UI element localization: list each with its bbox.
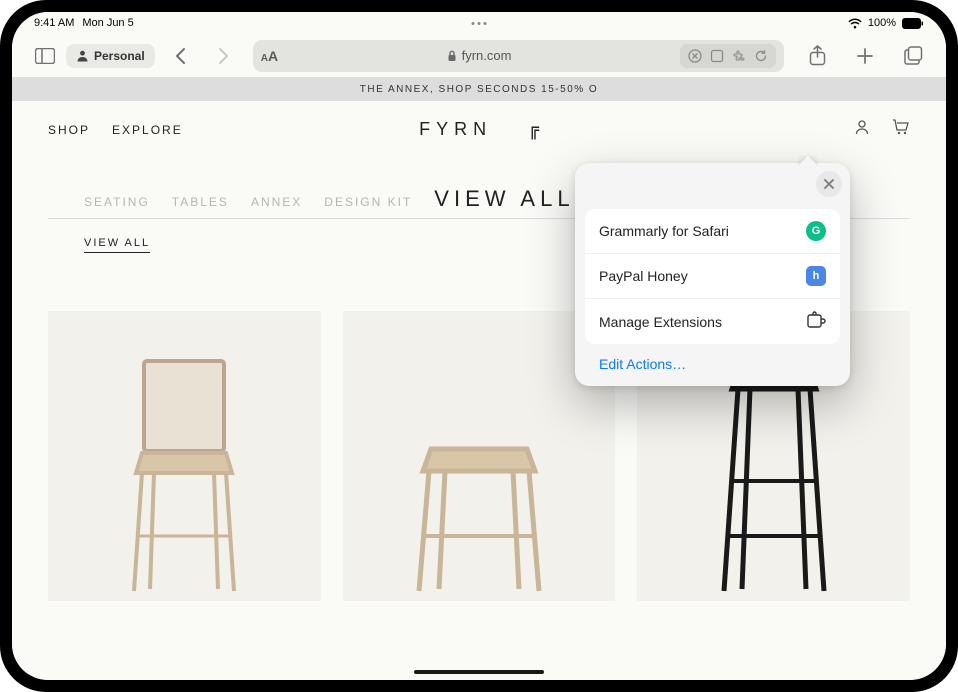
home-indicator[interactable] <box>414 670 544 674</box>
tab-design-kit[interactable]: DESIGN KIT <box>324 195 412 209</box>
safari-toolbar: Personal AA fyrn.com <box>12 34 946 78</box>
tabs-overview-icon[interactable] <box>898 41 928 71</box>
promo-banner[interactable]: THE ANNEX, SHOP SECONDS 15-50% O <box>12 78 946 101</box>
address-bar[interactable]: AA fyrn.com <box>253 40 784 72</box>
extension-item-honey[interactable]: PayPal Honey h <box>585 254 840 299</box>
status-bar: 9:41 AM Mon Jun 5 100% <box>12 12 946 34</box>
ipad-frame: 9:41 AM Mon Jun 5 100% <box>0 0 958 692</box>
puzzle-icon <box>806 311 826 332</box>
back-button[interactable] <box>165 41 195 71</box>
brand[interactable]: FYRN ╔ <box>419 119 539 140</box>
status-time: 9:41 AM <box>34 17 74 29</box>
brand-name: FYRN <box>419 119 492 140</box>
edit-actions-link[interactable]: Edit Actions… <box>585 344 840 372</box>
screen: 9:41 AM Mon Jun 5 100% <box>12 12 946 680</box>
extensions-popover: Grammarly for Safari G PayPal Honey h Ma… <box>575 163 850 386</box>
extension-item-grammarly[interactable]: Grammarly for Safari G <box>585 209 840 254</box>
person-icon <box>76 49 89 62</box>
lock-icon <box>447 50 457 62</box>
tab-annex[interactable]: ANNEX <box>251 195 302 209</box>
new-tab-icon[interactable] <box>850 41 880 71</box>
sidebar-icon[interactable] <box>30 41 60 71</box>
tab-view-all[interactable]: VIEW ALL <box>434 186 574 212</box>
manage-extensions-item[interactable]: Manage Extensions <box>585 299 840 344</box>
extension-label: PayPal Honey <box>599 268 688 284</box>
extension-label: Grammarly for Safari <box>599 223 729 239</box>
wifi-icon <box>848 18 862 29</box>
share-icon[interactable] <box>802 41 832 71</box>
status-date: Mon Jun 5 <box>82 17 133 29</box>
cart-icon[interactable] <box>892 119 910 140</box>
reload-icon[interactable] <box>752 47 770 65</box>
multitask-dots-icon[interactable] <box>472 22 487 25</box>
brand-mark-icon: ╔ <box>528 119 539 140</box>
tab-seating[interactable]: SEATING <box>84 195 150 209</box>
battery-icon <box>902 18 924 29</box>
profile-label: Personal <box>94 49 145 63</box>
product-card[interactable] <box>48 311 321 601</box>
address-text: fyrn.com <box>462 48 512 63</box>
nav-links: SHOP EXPLORE <box>48 123 183 137</box>
close-icon[interactable] <box>816 171 842 197</box>
nav-shop[interactable]: SHOP <box>48 123 90 137</box>
page-title: VIEW ALL <box>84 237 150 253</box>
status-left: 9:41 AM Mon Jun 5 <box>34 17 134 29</box>
web-content: THE ANNEX, SHOP SECONDS 15-50% O SHOP EX… <box>12 78 946 680</box>
grammarly-icon: G <box>806 221 826 241</box>
account-icon[interactable] <box>854 119 870 140</box>
text-size-icon[interactable]: AA <box>261 48 278 64</box>
extension-label: Manage Extensions <box>599 314 722 330</box>
site-header: SHOP EXPLORE FYRN ╔ <box>12 101 946 156</box>
extensions-list: Grammarly for Safari G PayPal Honey h Ma… <box>585 209 840 344</box>
battery-percent: 100% <box>868 17 896 29</box>
address-actions <box>680 44 776 68</box>
status-right: 100% <box>848 17 924 29</box>
profile-chip[interactable]: Personal <box>66 44 155 68</box>
nav-explore[interactable]: EXPLORE <box>112 123 183 137</box>
tab-tables[interactable]: TABLES <box>172 195 229 209</box>
translate-icon[interactable] <box>708 47 726 65</box>
honey-icon: h <box>806 266 826 286</box>
extensions-icon[interactable] <box>730 47 748 65</box>
forward-button <box>209 41 239 71</box>
stop-loading-icon[interactable] <box>686 47 704 65</box>
